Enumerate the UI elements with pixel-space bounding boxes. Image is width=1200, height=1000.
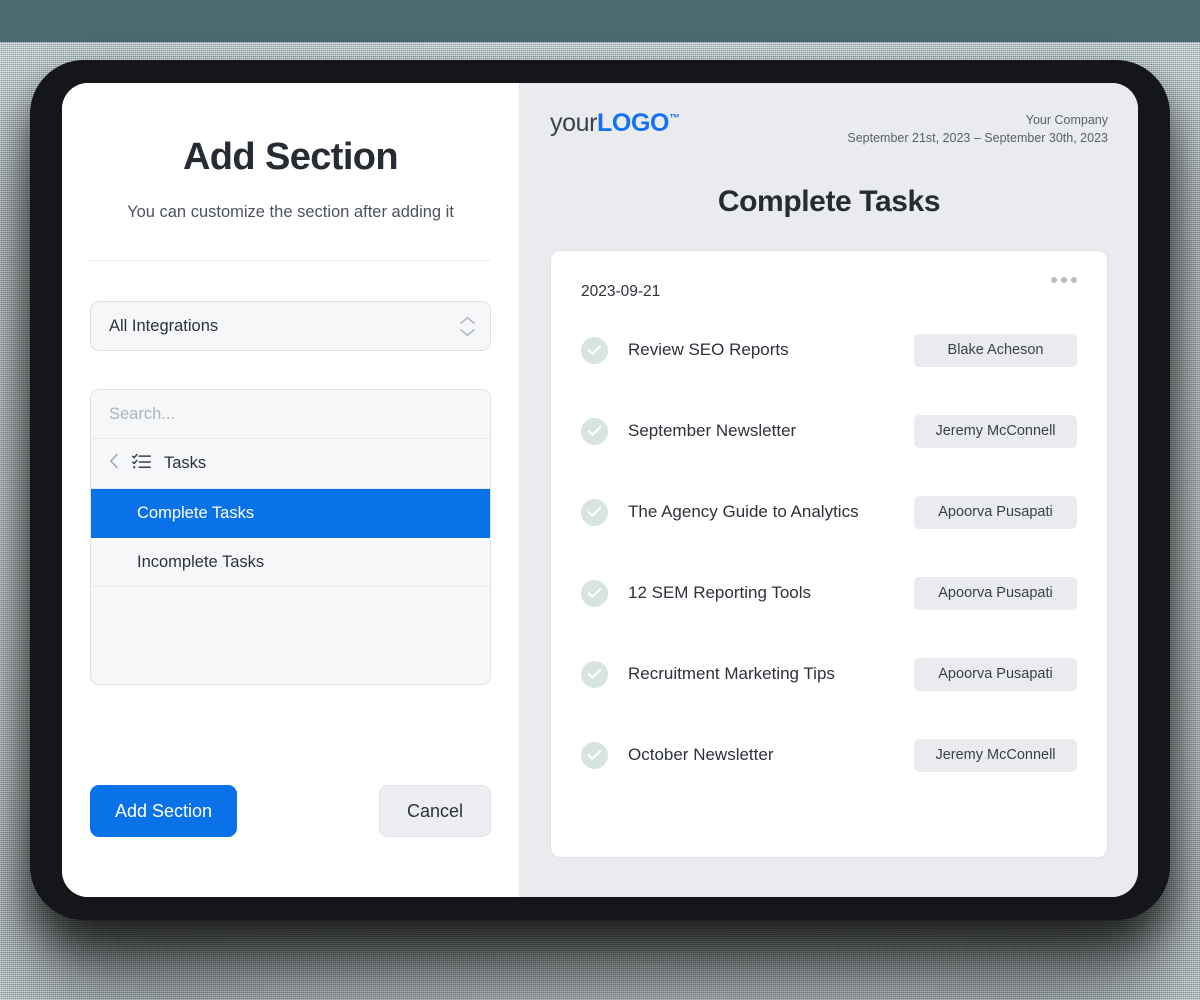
chevron-left-icon[interactable] (109, 453, 119, 474)
integration-select[interactable]: All Integrations (90, 301, 491, 351)
add-section-button[interactable]: Add Section (90, 785, 237, 837)
task-name: Review SEO Reports (628, 340, 789, 360)
check-circle-icon (581, 499, 608, 526)
check-circle-icon (581, 742, 608, 769)
logo-trademark-icon: ™ (669, 113, 680, 125)
picker-option-label: Incomplete Tasks (137, 553, 264, 572)
integration-select-value: All Integrations (109, 317, 459, 336)
task-row: The Agency Guide to Analytics Apoorva Pus… (581, 482, 1077, 542)
task-assignee: Blake Acheson (914, 334, 1077, 367)
logo-mark: LOGO (597, 109, 669, 137)
check-circle-icon (581, 337, 608, 364)
breadcrumb[interactable]: Tasks (91, 439, 490, 489)
check-circle-icon (581, 661, 608, 688)
task-row: September Newsletter Jeremy McConnell (581, 401, 1077, 461)
picker-empty-area (91, 587, 490, 684)
task-row: 12 SEM Reporting Tools Apoorva Pusapati (581, 563, 1077, 623)
report-preview-panel: yourLOGO™ Your Company September 21st, 2… (520, 83, 1138, 897)
task-list: Review SEO Reports Blake Acheson September… (581, 320, 1077, 785)
ellipsis-dot (1061, 277, 1067, 283)
task-assignee: Apoorva Pusapati (914, 496, 1077, 529)
page-title: Add Section (90, 83, 491, 179)
ellipsis-dot (1051, 277, 1057, 283)
report-title: Complete Tasks (550, 147, 1108, 219)
check-circle-icon (581, 580, 608, 607)
task-assignee: Jeremy McConnell (914, 739, 1077, 772)
task-name: 12 SEM Reporting Tools (628, 583, 811, 603)
card-date: 2023-09-21 (581, 275, 660, 301)
logo: yourLOGO™ (550, 111, 680, 136)
device-frame: Add Section You can customize the sectio… (30, 60, 1170, 920)
date-range: September 21st, 2023 – September 30th, 2… (847, 129, 1108, 147)
checklist-icon (132, 453, 151, 474)
task-assignee: Jeremy McConnell (914, 415, 1077, 448)
company-name: Your Company (847, 111, 1108, 129)
task-row: Review SEO Reports Blake Acheson (581, 320, 1077, 380)
task-name: October Newsletter (628, 745, 774, 765)
task-row: Recruitment Marketing Tips Apoorva Pusapa… (581, 644, 1077, 704)
picker-option-complete-tasks[interactable]: Complete Tasks (91, 489, 490, 538)
device-screen: Add Section You can customize the sectio… (62, 83, 1138, 897)
logo-prefix: your (550, 109, 597, 137)
ellipsis-icon[interactable] (1051, 275, 1077, 283)
company-block: Your Company September 21st, 2023 – Sept… (847, 111, 1108, 147)
report-header: yourLOGO™ Your Company September 21st, 2… (550, 83, 1108, 147)
divider (90, 260, 491, 261)
task-assignee: Apoorva Pusapati (914, 658, 1077, 691)
chevron-up-down-icon (459, 316, 476, 337)
modal-subtitle: You can customize the section after addi… (90, 179, 491, 222)
section-picker: Tasks Complete Tasks Incomplete Tasks (90, 389, 491, 685)
add-section-panel: Add Section You can customize the sectio… (62, 83, 520, 897)
cancel-button[interactable]: Cancel (379, 785, 491, 837)
task-name: Recruitment Marketing Tips (628, 664, 835, 684)
search-input[interactable] (91, 390, 490, 439)
task-assignee: Apoorva Pusapati (914, 577, 1077, 610)
task-name: The Agency Guide to Analytics (628, 502, 859, 522)
picker-option-label: Complete Tasks (137, 504, 254, 523)
picker-option-incomplete-tasks[interactable]: Incomplete Tasks (91, 538, 490, 587)
ellipsis-dot (1071, 277, 1077, 283)
modal-footer: Add Section Cancel (90, 785, 491, 837)
task-card: 2023-09-21 Review SEO Reports Blake Aches… (550, 250, 1108, 858)
card-header: 2023-09-21 (581, 275, 1077, 301)
task-name: September Newsletter (628, 421, 796, 441)
task-row: October Newsletter Jeremy McConnell (581, 725, 1077, 785)
check-circle-icon (581, 418, 608, 445)
breadcrumb-label: Tasks (164, 454, 206, 473)
